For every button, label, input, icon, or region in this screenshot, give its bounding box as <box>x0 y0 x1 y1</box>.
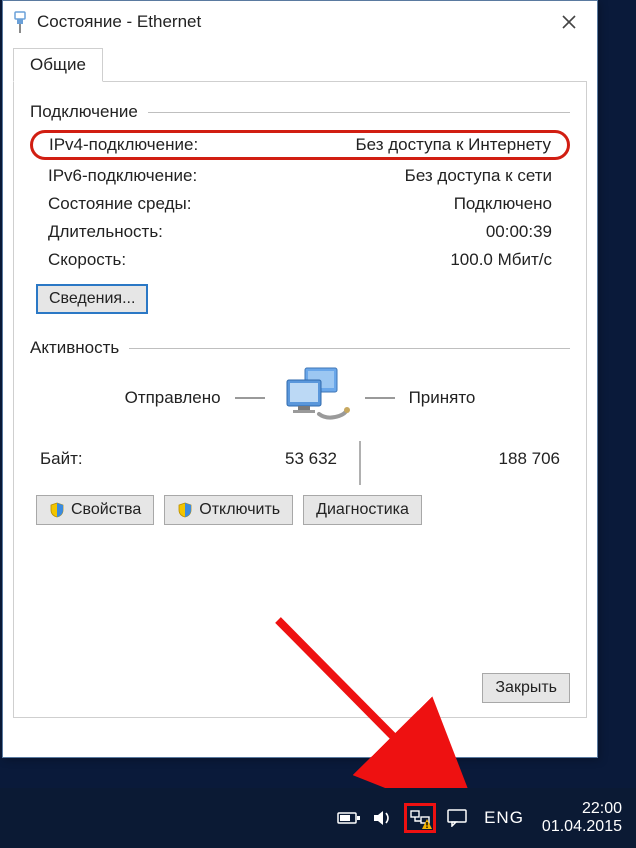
shield-icon <box>177 502 193 518</box>
media-state-row: Состояние среды: Подключено <box>30 190 570 218</box>
clock-date: 01.04.2015 <box>542 818 622 836</box>
disable-button-label: Отключить <box>199 501 280 519</box>
bytes-row: Байт: 53 632 188 706 <box>30 433 570 477</box>
activity-graphic: Отправлено <box>30 366 570 429</box>
bytes-label: Байт: <box>40 449 160 469</box>
computers-icon <box>279 366 351 429</box>
taskbar: ENG 22:00 01.04.2015 <box>0 788 636 848</box>
activity-group-header: Активность <box>30 338 570 358</box>
duration-value: 00:00:39 <box>486 222 552 242</box>
action-center-icon[interactable] <box>444 805 470 831</box>
recv-label: Принято <box>409 388 476 408</box>
bytes-sent: 53 632 <box>160 449 337 469</box>
details-button[interactable]: Сведения... <box>36 284 148 314</box>
shield-icon <box>49 502 65 518</box>
ipv6-row: IPv6-подключение: Без доступа к сети <box>30 162 570 190</box>
titlebar: Состояние - Ethernet <box>3 1 597 43</box>
ipv4-row: IPv4-подключение: Без доступа к Интернет… <box>30 130 570 160</box>
connection-group-header: Подключение <box>30 102 570 122</box>
divider <box>235 397 265 399</box>
sent-label: Отправлено <box>125 388 221 408</box>
speed-label: Скорость: <box>48 250 126 270</box>
duration-row: Длительность: 00:00:39 <box>30 218 570 246</box>
ethernet-icon <box>11 10 29 34</box>
ethernet-status-window: Состояние - Ethernet Общие Подключение I… <box>2 0 598 758</box>
action-button-row: Свойства Отключить Диагностика <box>30 495 570 525</box>
tab-strip: Общие <box>13 47 587 82</box>
clock[interactable]: 22:00 01.04.2015 <box>538 800 626 837</box>
activity-group-label: Активность <box>30 338 119 358</box>
media-state-label: Состояние среды: <box>48 194 191 214</box>
clock-time: 22:00 <box>542 800 622 818</box>
disable-button[interactable]: Отключить <box>164 495 293 525</box>
ipv6-value: Без доступа к сети <box>405 166 552 186</box>
properties-button-label: Свойства <box>71 501 141 519</box>
divider <box>365 397 395 399</box>
bytes-recv: 188 706 <box>383 449 560 469</box>
battery-icon[interactable] <box>336 805 362 831</box>
warning-badge-icon <box>422 819 432 829</box>
language-indicator[interactable]: ENG <box>478 808 530 828</box>
divider <box>129 348 570 349</box>
network-warning-tray-icon[interactable] <box>404 803 436 833</box>
divider <box>359 441 361 485</box>
tab-general[interactable]: Общие <box>13 48 103 82</box>
connection-group-label: Подключение <box>30 102 138 122</box>
divider <box>148 112 570 113</box>
duration-label: Длительность: <box>48 222 163 242</box>
media-state-value: Подключено <box>454 194 552 214</box>
close-window-button[interactable] <box>549 6 589 38</box>
volume-icon[interactable] <box>370 805 396 831</box>
ipv6-label: IPv6-подключение: <box>48 166 197 186</box>
window-title: Состояние - Ethernet <box>37 12 549 32</box>
properties-button[interactable]: Свойства <box>36 495 154 525</box>
close-button[interactable]: Закрыть <box>482 673 570 703</box>
ipv4-label: IPv4-подключение: <box>49 135 198 155</box>
speed-row: Скорость: 100.0 Мбит/с <box>30 246 570 274</box>
diagnose-button[interactable]: Диагностика <box>303 495 422 525</box>
speed-value: 100.0 Мбит/с <box>450 250 552 270</box>
tab-body: Подключение IPv4-подключение: Без доступ… <box>13 82 587 718</box>
ipv4-value: Без доступа к Интернету <box>355 135 551 155</box>
close-icon <box>562 15 576 29</box>
